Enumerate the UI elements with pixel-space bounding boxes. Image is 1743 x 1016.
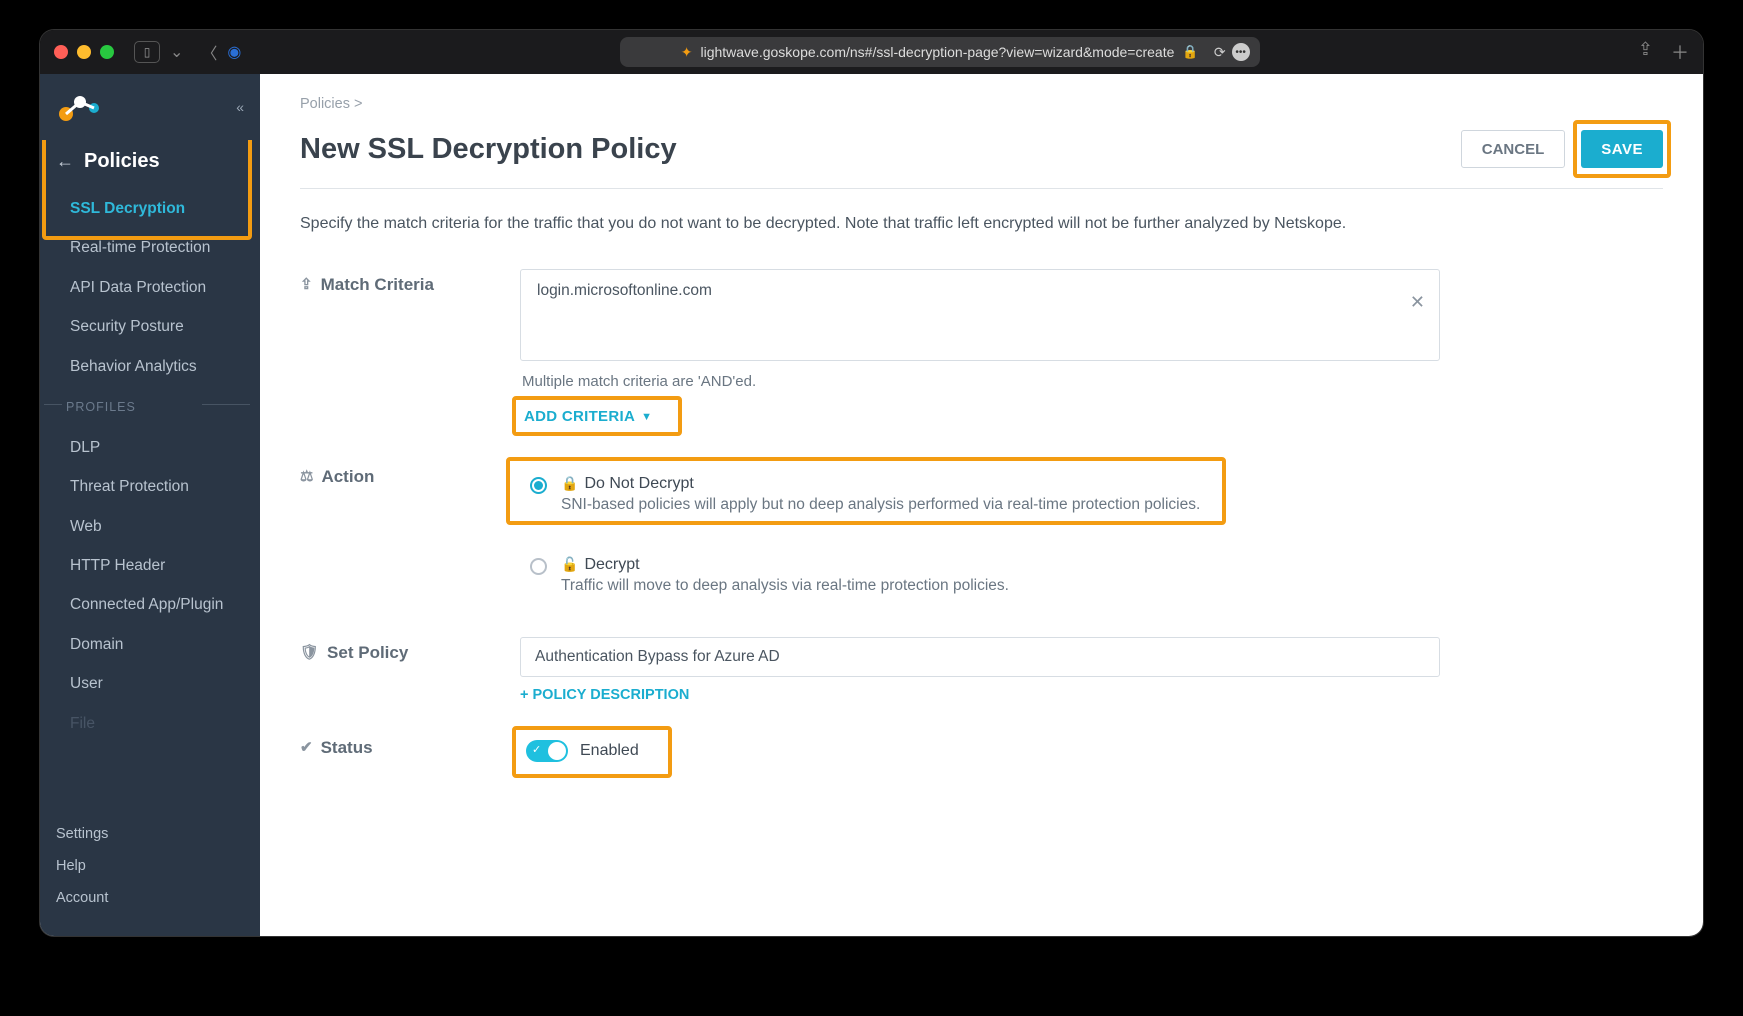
more-icon[interactable]: ••• xyxy=(1232,43,1250,61)
breadcrumb[interactable]: Policies > xyxy=(300,96,1663,112)
status-toggle[interactable]: ✓ xyxy=(526,740,568,762)
sidebar-toggle-button[interactable]: ▯ xyxy=(134,41,160,63)
share-icon[interactable]: ⇪ xyxy=(1638,39,1653,65)
lock-open-icon: 🔓 xyxy=(561,556,578,572)
action-row: ⚖ Action 🔒Do Not Decrypt SNI-based polic… xyxy=(300,461,1663,609)
browser-titlebar: ▯ ⌄ 〈 ◉ ✦ lightwave.goskope.com/ns#/ssl-… xyxy=(40,30,1703,74)
sidebar-item-security-posture[interactable]: Security Posture xyxy=(40,307,260,346)
page-description: Specify the match criteria for the traff… xyxy=(300,213,1663,235)
new-tab-icon[interactable]: ＋ xyxy=(1671,39,1689,65)
clear-criteria-icon[interactable]: ✕ xyxy=(1410,292,1425,313)
lock-closed-icon: 🔒 xyxy=(561,475,578,491)
radio-decrypt[interactable]: 🔓Decrypt Traffic will move to deep analy… xyxy=(526,550,1426,599)
app-body: « ← Policies SSL Decryption Real-time Pr… xyxy=(40,74,1703,936)
sidebar-item-web[interactable]: Web xyxy=(40,507,260,546)
sidebar-item-api-data-protection[interactable]: API Data Protection xyxy=(40,268,260,307)
sidebar-item-file[interactable]: File xyxy=(40,704,260,743)
page-title: New SSL Decryption Policy xyxy=(300,133,677,166)
status-row: ✔ Status ✓ Enabled xyxy=(300,732,1663,770)
refresh-icon[interactable]: ⟳ xyxy=(1214,44,1226,61)
back-icon[interactable]: 〈 xyxy=(201,40,217,64)
window-controls xyxy=(54,45,114,59)
sidebar-profiles-label: PROFILES xyxy=(40,386,260,422)
sidebar-item-connected-app[interactable]: Connected App/Plugin xyxy=(40,585,260,624)
sidebar-item-realtime-protection[interactable]: Real-time Protection xyxy=(40,228,260,267)
radio-on-icon[interactable] xyxy=(530,477,547,494)
cancel-button[interactable]: CANCEL xyxy=(1461,130,1566,168)
collapse-sidebar-icon[interactable]: « xyxy=(236,99,244,115)
sidebar-policies-list: SSL Decryption Real-time Protection API … xyxy=(40,183,260,386)
caret-down-icon: ▼ xyxy=(641,411,652,423)
brand-logo xyxy=(56,92,104,122)
shield-check-icon: 🛡 xyxy=(300,643,319,661)
site-favicon-icon: ✦ xyxy=(681,44,693,61)
sidebar-item-threat-protection[interactable]: Threat Protection xyxy=(40,467,260,506)
gavel-icon: ⚖ xyxy=(300,467,313,485)
back-arrow-icon[interactable]: ← xyxy=(56,151,74,172)
sidebar-section-title[interactable]: ← Policies xyxy=(40,140,260,183)
radio-off-icon[interactable] xyxy=(530,558,547,575)
page-header: New SSL Decryption Policy CANCEL SAVE xyxy=(300,130,1663,189)
main-content: Policies > New SSL Decryption Policy CAN… xyxy=(260,74,1703,936)
sidebar-item-domain[interactable]: Domain xyxy=(40,625,260,664)
shield-icon[interactable]: ◉ xyxy=(227,42,241,62)
sidebar-item-user[interactable]: User xyxy=(40,664,260,703)
radio-help-text: SNI-based policies will apply but no dee… xyxy=(561,496,1200,514)
sidebar-item-http-header[interactable]: HTTP Header xyxy=(40,546,260,585)
criteria-value: login.microsoftonline.com xyxy=(537,282,712,299)
sidebar-item-ssl-decryption[interactable]: SSL Decryption xyxy=(40,189,260,228)
status-label: ✔ Status xyxy=(300,732,520,770)
lock-icon: 🔒 xyxy=(1182,44,1198,60)
url-text: lightwave.goskope.com/ns#/ssl-decryption… xyxy=(700,44,1174,60)
chevron-down-icon[interactable]: ⌄ xyxy=(170,42,183,62)
maximize-window-button[interactable] xyxy=(100,45,114,59)
match-criteria-row: ⇪ Match Criteria login.microsoftonline.c… xyxy=(300,269,1663,433)
status-text: Enabled xyxy=(580,742,639,760)
sidebar-link-account[interactable]: Account xyxy=(56,882,244,914)
action-label: ⚖ Action xyxy=(300,461,520,609)
address-bar[interactable]: ✦ lightwave.goskope.com/ns#/ssl-decrypti… xyxy=(620,37,1260,67)
save-button[interactable]: SAVE xyxy=(1581,130,1663,168)
sidebar: « ← Policies SSL Decryption Real-time Pr… xyxy=(40,74,260,936)
radio-help-text: Traffic will move to deep analysis via r… xyxy=(561,577,1009,595)
sidebar-profiles-list: DLP Threat Protection Web HTTP Header Co… xyxy=(40,422,260,743)
match-criteria-hint: Multiple match criteria are 'AND'ed. xyxy=(522,373,1440,390)
policy-description-link[interactable]: + POLICY DESCRIPTION xyxy=(520,687,689,703)
minimize-window-button[interactable] xyxy=(77,45,91,59)
sidebar-bottom-links: Settings Help Account xyxy=(40,808,260,936)
upload-icon: ⇪ xyxy=(300,275,313,293)
radio-do-not-decrypt[interactable]: 🔒Do Not Decrypt SNI-based policies will … xyxy=(526,469,1426,518)
close-window-button[interactable] xyxy=(54,45,68,59)
match-criteria-label: ⇪ Match Criteria xyxy=(300,269,520,433)
add-criteria-button[interactable]: ADD CRITERIA ▼ xyxy=(520,400,662,433)
sidebar-link-help[interactable]: Help xyxy=(56,850,244,882)
sidebar-title-text: Policies xyxy=(84,150,160,173)
policy-name-input[interactable] xyxy=(520,637,1440,677)
set-policy-label: 🛡 Set Policy xyxy=(300,637,520,704)
match-criteria-box[interactable]: login.microsoftonline.com ✕ xyxy=(520,269,1440,361)
check-circle-icon: ✔ xyxy=(300,738,313,756)
check-icon: ✓ xyxy=(532,743,541,756)
sidebar-item-behavior-analytics[interactable]: Behavior Analytics xyxy=(40,347,260,386)
sidebar-item-dlp[interactable]: DLP xyxy=(40,428,260,467)
set-policy-row: 🛡 Set Policy + POLICY DESCRIPTION xyxy=(300,637,1663,704)
browser-window: ▯ ⌄ 〈 ◉ ✦ lightwave.goskope.com/ns#/ssl-… xyxy=(40,30,1703,936)
sidebar-link-settings[interactable]: Settings xyxy=(56,818,244,850)
